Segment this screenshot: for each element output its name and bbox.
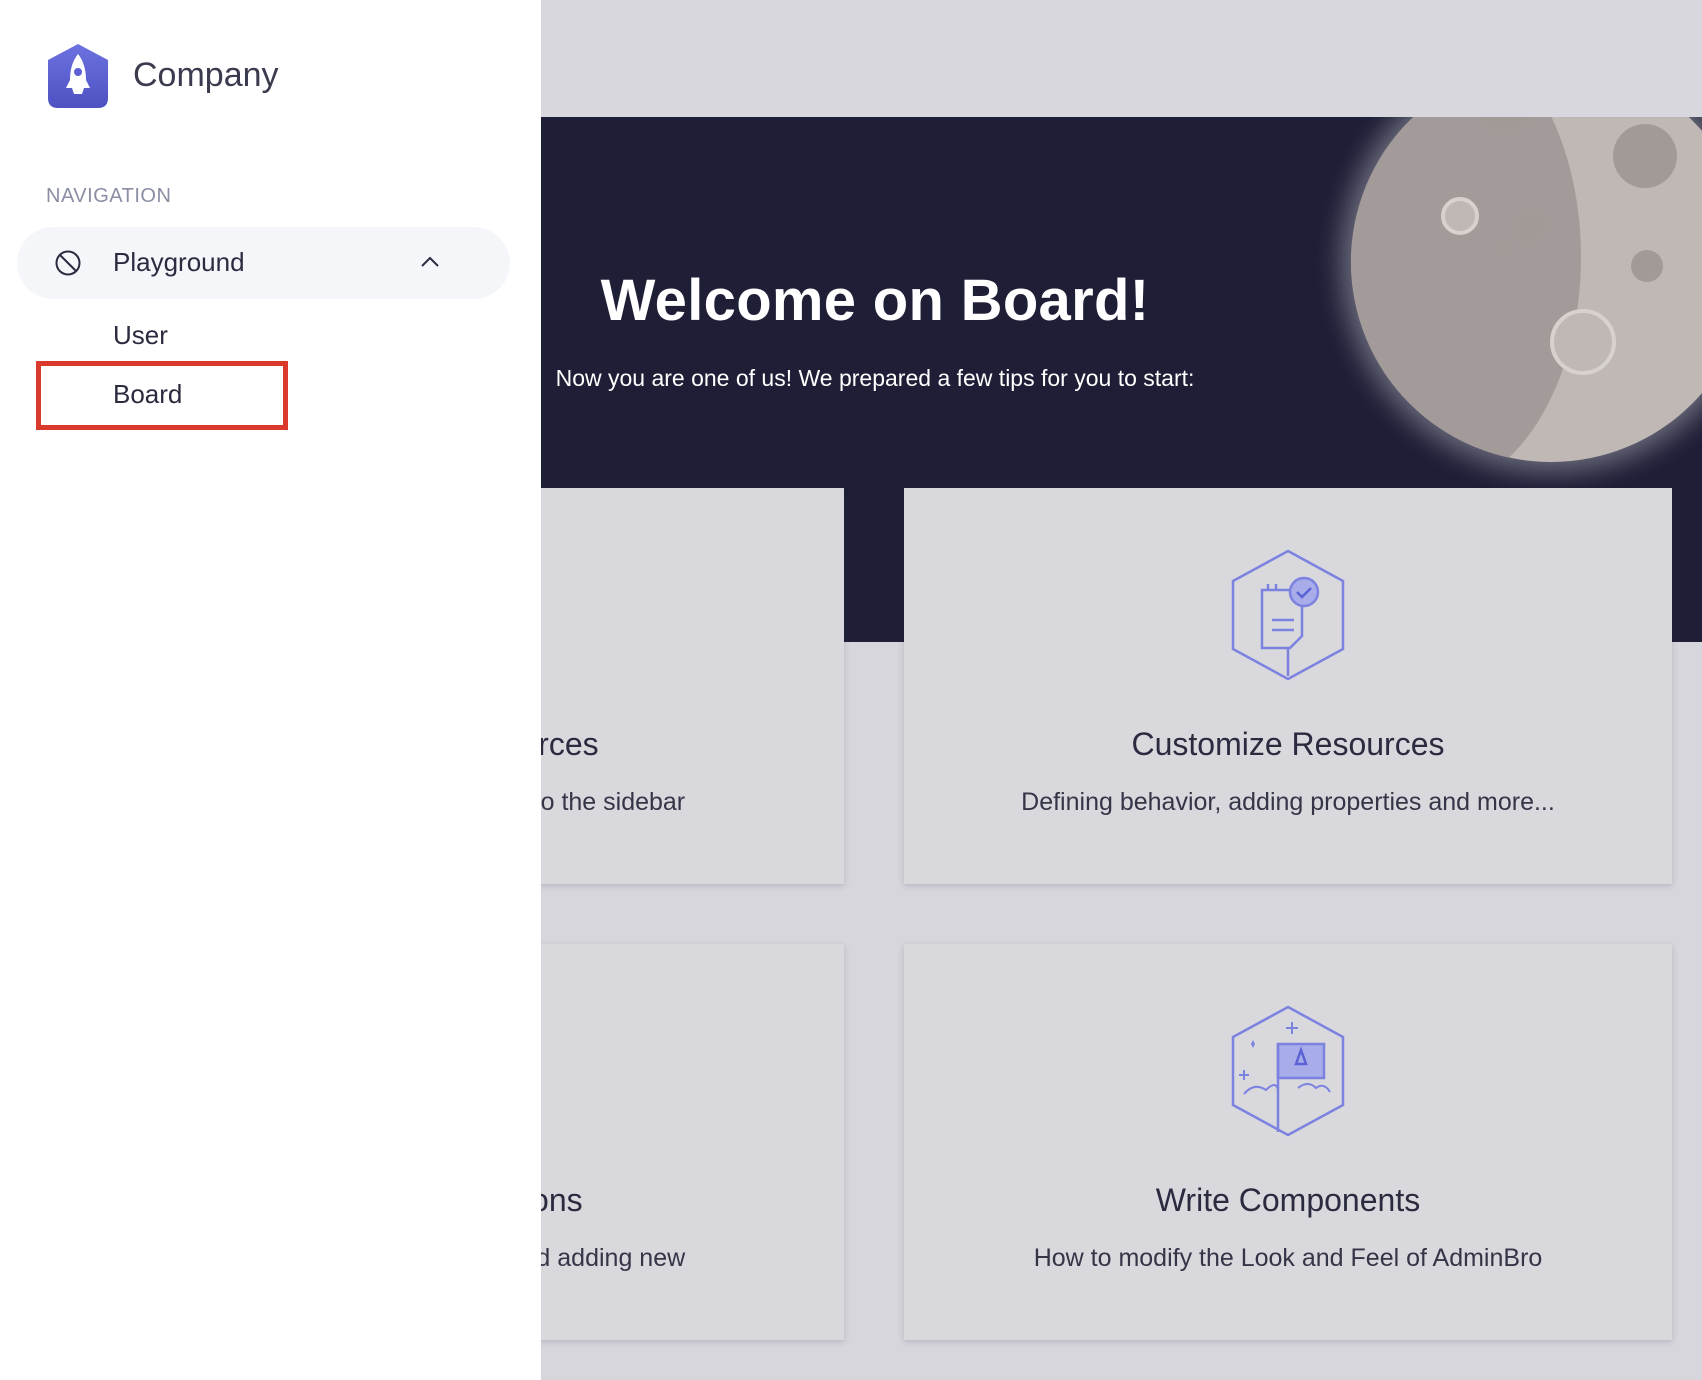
company-name[interactable]: Company <box>133 56 279 95</box>
clipboard-check-icon <box>1231 549 1345 681</box>
nav-group-playground[interactable]: Playground <box>17 227 510 299</box>
card-description: How to modify the Look and Feel of Admin… <box>1033 1244 1543 1272</box>
no-entry-icon <box>55 250 81 276</box>
highlight-box <box>36 361 288 430</box>
rocket-logo-icon[interactable] <box>44 42 112 110</box>
card-write-components[interactable]: Write Components How to modify the Look … <box>904 944 1672 1340</box>
card-description: Defining behavior, adding properties and… <box>1021 788 1555 816</box>
rocket-flag-icon <box>1231 1005 1345 1137</box>
chevron-up-icon[interactable] <box>419 251 441 273</box>
navigation-label: NAVIGATION <box>46 185 172 207</box>
card-customize-resources[interactable]: Customize Resources Defining behavior, a… <box>904 488 1672 884</box>
card-title: Customize Resources <box>1131 726 1445 762</box>
sidebar: Company NAVIGATION Playground User Board <box>0 0 541 1380</box>
sidebar-item-user[interactable]: User <box>113 320 168 351</box>
nav-group-label: Playground <box>113 247 245 277</box>
card-title: Write Components <box>1155 1182 1421 1218</box>
